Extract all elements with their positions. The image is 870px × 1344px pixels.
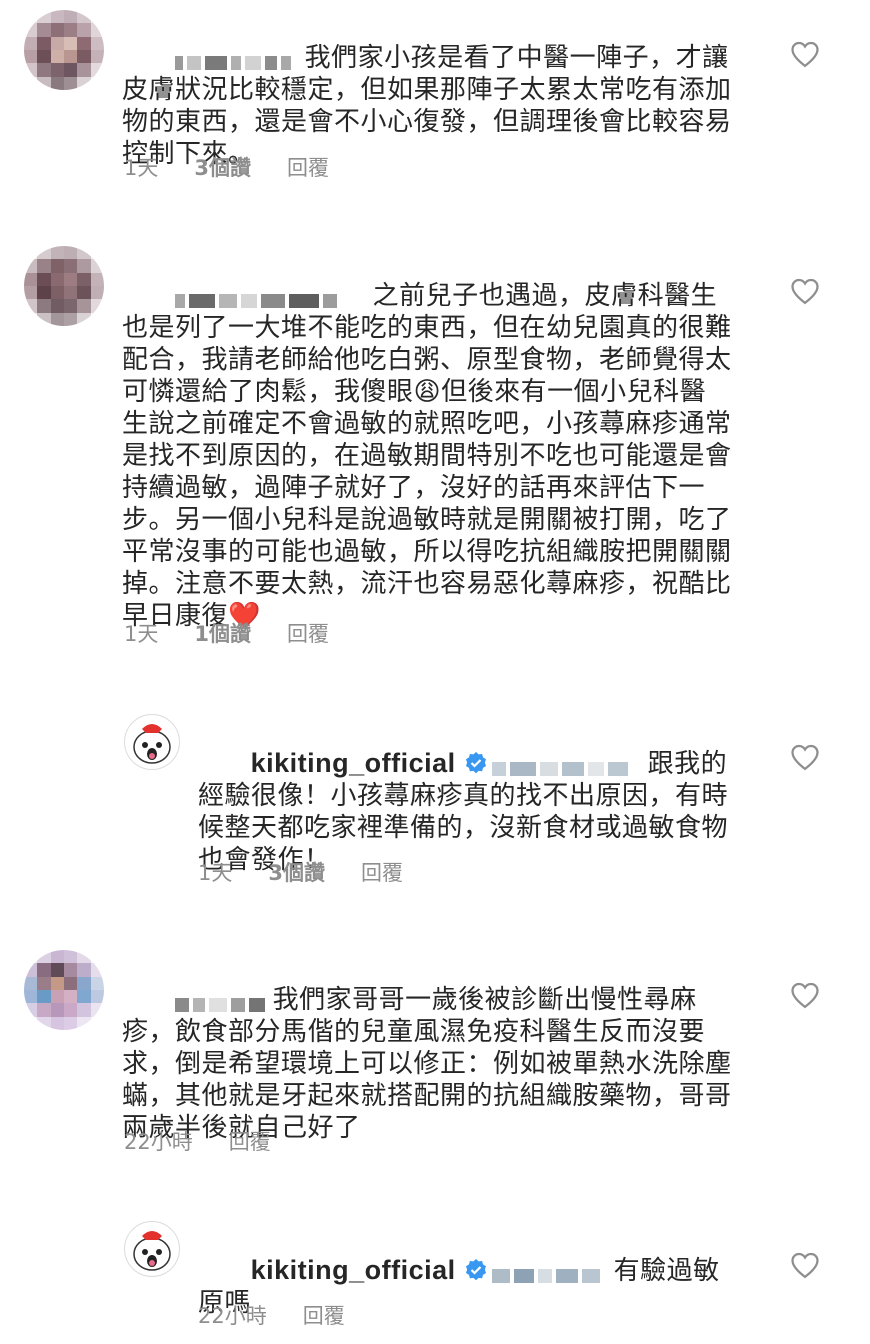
comment-thread: 我們家小孩是看了中醫一陣子，才讓皮膚狀況比較穩定，但如果那陣子太累太常吃有添加物…	[0, 0, 870, 1344]
reply-button[interactable]: 回覆	[303, 1304, 345, 1328]
comment-meta: 1天 3個讚 回覆	[198, 859, 439, 887]
comment-text: 之前兒子也遇過，皮膚科醫生也是列了一大堆不能吃的東西，但在幼兒園真的很難配合，我…	[122, 281, 732, 631]
comment-time: 1天	[124, 622, 159, 646]
likes-count[interactable]: 1個讚	[194, 622, 251, 646]
heart-outline-icon[interactable]	[790, 1251, 820, 1279]
reply-button[interactable]: 回覆	[287, 622, 329, 646]
likes-count[interactable]: 3個讚	[268, 861, 325, 885]
avatar-illustration-icon	[133, 724, 171, 764]
reply-button[interactable]: 回覆	[361, 861, 403, 885]
username[interactable]: kikiting_official	[251, 1255, 456, 1285]
avatar[interactable]	[24, 10, 104, 90]
heart-outline-icon[interactable]	[790, 981, 820, 1009]
comment-time: 22小時	[124, 1130, 193, 1154]
heart-outline-icon[interactable]	[790, 277, 820, 305]
comment-meta: 1天 3個讚 回覆	[124, 154, 365, 182]
avatar[interactable]	[24, 950, 104, 1030]
avatar-illustration-icon	[133, 1231, 171, 1271]
avatar[interactable]	[124, 1221, 180, 1277]
reply-button[interactable]: 回覆	[229, 1130, 271, 1154]
blurred-username[interactable]	[174, 989, 269, 1012]
username[interactable]: kikiting_official	[251, 748, 456, 778]
heart-outline-icon[interactable]	[790, 743, 820, 771]
blurred-mention[interactable]	[491, 1260, 604, 1283]
comment-time: 1天	[198, 861, 233, 885]
reply-button[interactable]: 回覆	[287, 156, 329, 180]
blurred-mention[interactable]	[491, 753, 632, 776]
verified-badge-icon	[465, 752, 486, 774]
avatar[interactable]	[24, 246, 104, 326]
blurred-username[interactable]	[174, 47, 295, 70]
verified-badge-icon	[465, 1259, 486, 1281]
heart-outline-icon[interactable]	[790, 40, 820, 68]
comment-meta: 22小時 回覆	[124, 1128, 307, 1156]
comment-meta: 22小時 回覆	[198, 1302, 381, 1330]
comment-meta: 1天 1個讚 回覆	[124, 620, 365, 648]
likes-count[interactable]: 3個讚	[194, 156, 251, 180]
blurred-username[interactable]	[174, 285, 363, 308]
comment-time: 22小時	[198, 1304, 267, 1328]
comment-time: 1天	[124, 156, 159, 180]
avatar[interactable]	[124, 714, 180, 770]
